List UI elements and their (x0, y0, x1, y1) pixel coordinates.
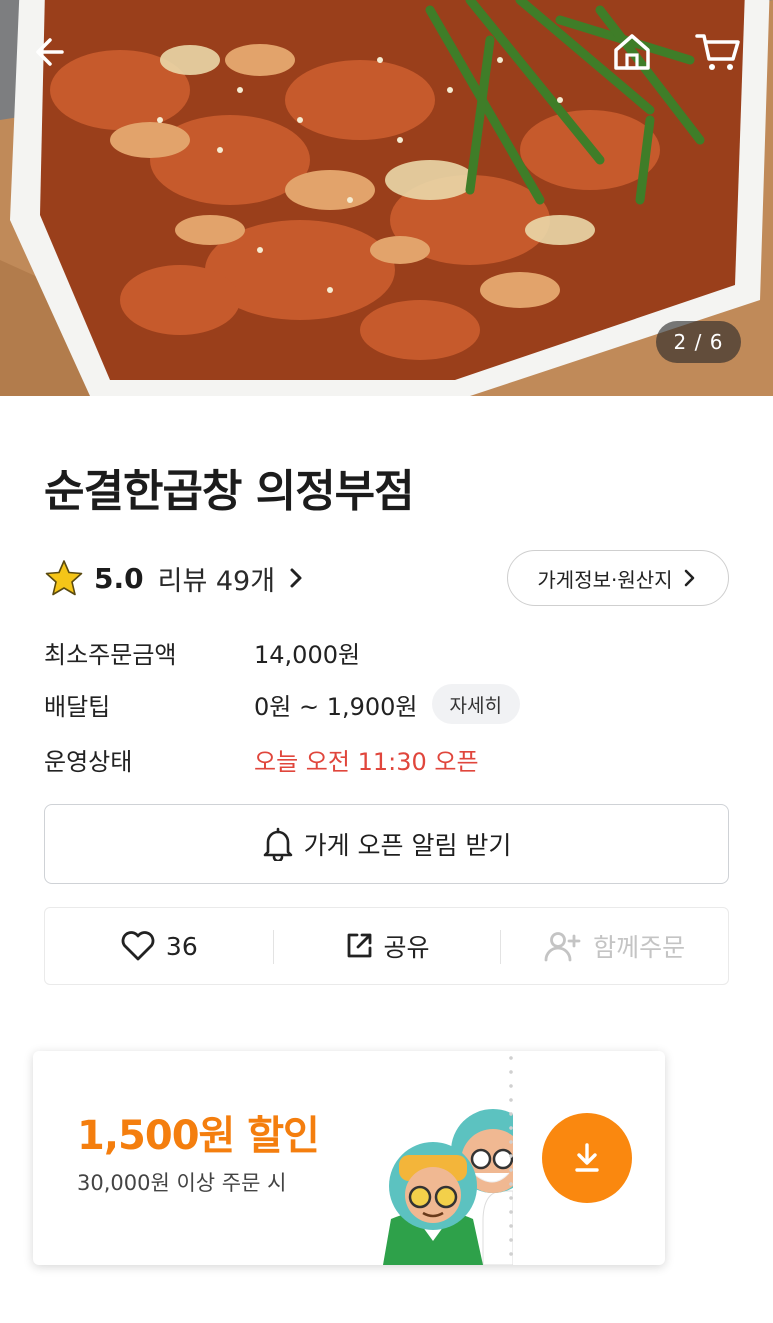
cart-button[interactable] (690, 24, 746, 80)
coupon-download-button[interactable] (542, 1113, 632, 1203)
store-photo-carousel[interactable]: 2 / 6 (0, 0, 773, 396)
arrow-left-icon (36, 38, 64, 66)
min-order-label: 최소주문금액 (44, 640, 177, 669)
delivery-tip-row: 배달팁 0원 ~ 1,900원 자세히 (44, 684, 520, 724)
review-count: 리뷰 49개 (157, 565, 276, 597)
open-alarm-button[interactable]: 가게 오픈 알림 받기 (44, 804, 729, 884)
action-bar: 36 공유 함께주문 (44, 907, 729, 985)
rating-score: 5.0 (94, 561, 144, 595)
mascot-illustration (383, 1109, 513, 1265)
operating-status-label: 운영상태 (44, 747, 133, 776)
open-alarm-label: 가게 오픈 알림 받기 (303, 831, 512, 860)
heart-icon (121, 931, 155, 961)
coupon-condition: 30,000원 이상 주문 시 (77, 1171, 287, 1195)
delivery-tip-detail-button[interactable]: 자세히 (431, 684, 520, 724)
min-order-value: 14,000원 (254, 640, 361, 669)
image-counter: 2 / 6 (656, 321, 741, 363)
store-page: 2 / 6 순결한곱창 의정부점 5.0 리뷰 49개 가게정보·원산지 최소주… (0, 0, 773, 1323)
share-button[interactable]: 공유 (272, 908, 501, 984)
home-button[interactable] (604, 24, 660, 80)
operating-status-value: 오늘 오전 11:30 오픈 (254, 747, 479, 776)
back-button[interactable] (24, 24, 80, 80)
share-icon (347, 933, 371, 958)
chevron-right-icon (290, 568, 302, 588)
like-count: 36 (165, 931, 198, 961)
discount-coupon-card[interactable]: 1,500원 할인 30,000원 이상 주문 시 (33, 1051, 665, 1265)
store-name: 순결한곱창 의정부점 (44, 466, 415, 517)
operating-status-row: 운영상태 오늘 오전 11:30 오픈 (44, 741, 479, 777)
bell-icon (263, 827, 292, 861)
cart-icon (695, 34, 740, 70)
min-order-row: 최소주문금액 14,000원 (44, 634, 360, 670)
home-icon (614, 34, 650, 70)
delivery-tip-label: 배달팁 (44, 692, 111, 721)
chevron-right-icon (684, 569, 694, 587)
share-label: 공유 (383, 933, 430, 962)
add-person-icon (544, 932, 581, 962)
star-icon (45, 560, 83, 596)
rating-reviews-link[interactable]: 5.0 리뷰 49개 (44, 556, 307, 600)
download-icon (575, 1143, 599, 1172)
group-order-button: 함께주문 (500, 908, 728, 984)
store-info-origin-label: 가게정보·원산지 (537, 567, 673, 592)
group-order-label: 함께주문 (593, 933, 686, 962)
like-button[interactable]: 36 (45, 908, 273, 984)
store-info-origin-button[interactable]: 가게정보·원산지 (507, 550, 729, 606)
coupon-amount: 1,500원 할인 (77, 1113, 320, 1159)
delivery-tip-value: 0원 ~ 1,900원 (254, 692, 418, 721)
coupon-perforation (507, 1051, 515, 1265)
